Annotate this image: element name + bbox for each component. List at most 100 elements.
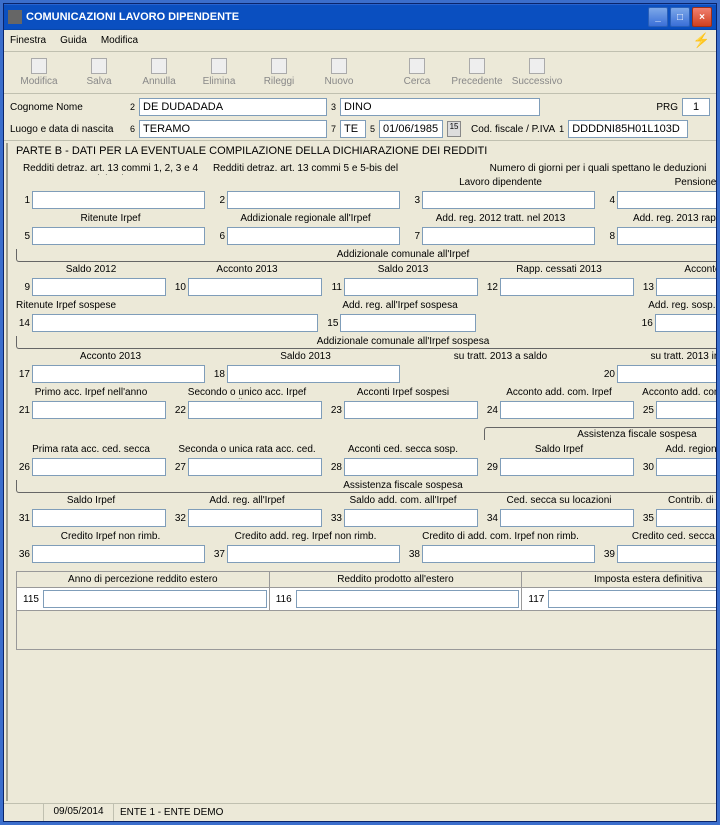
field-26[interactable]: [32, 458, 166, 476]
field-23[interactable]: [344, 401, 478, 419]
field-36[interactable]: [32, 545, 205, 563]
field-21[interactable]: [32, 401, 166, 419]
parte-d-label: PARTE D: [7, 749, 8, 777]
field-37[interactable]: [227, 545, 400, 563]
prev-icon: [469, 58, 485, 74]
field-9[interactable]: [32, 278, 166, 296]
sidebar-item-b2[interactable]: Altri dati: [7, 305, 8, 331]
search-icon: [409, 58, 425, 74]
field-115[interactable]: [43, 590, 267, 608]
field-32[interactable]: [188, 509, 322, 527]
prov-input[interactable]: [340, 120, 366, 138]
menubar: Finestra Guida Modifica ⚡: [4, 30, 716, 52]
field-24[interactable]: [500, 401, 634, 419]
menu-guida[interactable]: Guida: [60, 35, 87, 46]
field-1[interactable]: [32, 191, 205, 209]
tb-elimina[interactable]: Elimina: [192, 58, 246, 87]
delete-icon: [211, 58, 227, 74]
status-date: 09/05/2014: [44, 804, 114, 821]
sidebar-item-c2[interactable]: Dati INPDAP: [7, 692, 8, 718]
sidebar-item-a1[interactable]: Dati del dipendente: [7, 172, 8, 210]
field-6[interactable]: [227, 227, 400, 245]
field-25[interactable]: [656, 401, 716, 419]
field-7[interactable]: [422, 227, 595, 245]
prg-label: PRG: [656, 102, 678, 113]
new-icon: [331, 58, 347, 74]
parte-c-label: PARTE C: [7, 638, 8, 666]
section-title: PARTE B - DATI PER LA EVENTUALE COMPILAZ…: [16, 145, 716, 157]
menu-finestra[interactable]: Finestra: [10, 35, 46, 46]
sidebar-item-b7[interactable]: T.F.R. + altre indennità: [7, 495, 8, 545]
field-15[interactable]: [340, 314, 475, 332]
field-35[interactable]: [656, 509, 716, 527]
field-30[interactable]: [656, 458, 716, 476]
nome-input[interactable]: [340, 98, 540, 116]
field-22[interactable]: [188, 401, 322, 419]
field-14[interactable]: [32, 314, 318, 332]
cognome-input[interactable]: [139, 98, 327, 116]
sidebar-item-c3[interactable]: Dati INAIL: [7, 718, 8, 744]
sidebar-item-b6[interactable]: Compensi anni precedenti: [7, 457, 8, 495]
save-icon: [91, 58, 107, 74]
titlebar: COMUNICAZIONI LAVORO DIPENDENTE _ □ ×: [4, 4, 716, 30]
minimize-button[interactable]: _: [648, 7, 668, 27]
field-17[interactable]: [32, 365, 205, 383]
maximize-button[interactable]: □: [670, 7, 690, 27]
sidebar-item-b8[interactable]: Annotazioni: [7, 545, 8, 559]
field-116[interactable]: [296, 590, 520, 608]
field-31[interactable]: [32, 509, 166, 527]
close-button[interactable]: ×: [692, 7, 712, 27]
sidebar-item-b3[interactable]: Dati relativi ai conguagli: [7, 331, 8, 381]
sidebar-item-b9[interactable]: Dati coniuge e fam. a carico: [7, 559, 8, 633]
bolt-icon[interactable]: ⚡: [693, 32, 710, 49]
field-27[interactable]: [188, 458, 322, 476]
tb-nuovo[interactable]: Nuovo: [312, 58, 366, 87]
sidebar-item-b1[interactable]: Dati per dich. dei redditi: [7, 243, 8, 305]
status-ente: ENTE 1 - ENTE DEMO: [114, 807, 223, 818]
field-11[interactable]: [344, 278, 478, 296]
field-39[interactable]: [617, 545, 716, 563]
field-4[interactable]: [617, 191, 716, 209]
field-34[interactable]: [500, 509, 634, 527]
field-38[interactable]: [422, 545, 595, 563]
tb-successivo[interactable]: Successivo: [510, 58, 564, 87]
header-form: Cognome Nome 2 3 PRG Luogo e data di nas…: [4, 94, 716, 140]
field-5[interactable]: [32, 227, 205, 245]
prg-input[interactable]: [682, 98, 710, 116]
field-3[interactable]: [422, 191, 595, 209]
sidebar-item-d1[interactable]: Assistenza 2013: [7, 777, 8, 801]
luogo-input[interactable]: [139, 120, 327, 138]
tb-cerca[interactable]: Cerca: [390, 58, 444, 87]
field-12[interactable]: [500, 278, 634, 296]
tb-modifica[interactable]: Modifica: [12, 58, 66, 87]
calendar-icon[interactable]: 15: [447, 121, 461, 137]
tb-rileggi[interactable]: Rileggi: [252, 58, 306, 87]
menu-modifica[interactable]: Modifica: [101, 35, 138, 46]
parte-b-label: PARTE B: [7, 215, 8, 243]
sidebar-item-c1[interactable]: Dati INPS: [7, 666, 8, 692]
tb-salva[interactable]: Salva: [72, 58, 126, 87]
field-2[interactable]: [227, 191, 400, 209]
label-luogo: Luogo e data di nascita: [10, 124, 126, 135]
next-icon: [529, 58, 545, 74]
sidebar-item-b5[interactable]: Redditi assoggettati: [7, 431, 8, 457]
data-input[interactable]: [379, 120, 443, 138]
field-20[interactable]: [617, 365, 716, 383]
window-title: COMUNICAZIONI LAVORO DIPENDENTE: [26, 11, 646, 23]
field-29[interactable]: [500, 458, 634, 476]
toolbar: Modifica Salva Annulla Elimina Rileggi N…: [4, 52, 716, 94]
tb-annulla[interactable]: Annulla: [132, 58, 186, 87]
field-8[interactable]: [617, 227, 716, 245]
field-18[interactable]: [227, 365, 400, 383]
field-13[interactable]: [656, 278, 716, 296]
field-117[interactable]: [548, 590, 716, 608]
app-window: COMUNICAZIONI LAVORO DIPENDENTE _ □ × Fi…: [3, 3, 717, 822]
field-33[interactable]: [344, 509, 478, 527]
field-16[interactable]: [655, 314, 716, 332]
field-28[interactable]: [344, 458, 478, 476]
field-10[interactable]: [188, 278, 322, 296]
cf-input[interactable]: [568, 120, 688, 138]
sidebar-item-b4[interactable]: Somme per increm. produttività: [7, 381, 8, 431]
tb-precedente[interactable]: Precedente: [450, 58, 504, 87]
cf-label: Cod. fiscale / P.IVA: [471, 124, 555, 135]
